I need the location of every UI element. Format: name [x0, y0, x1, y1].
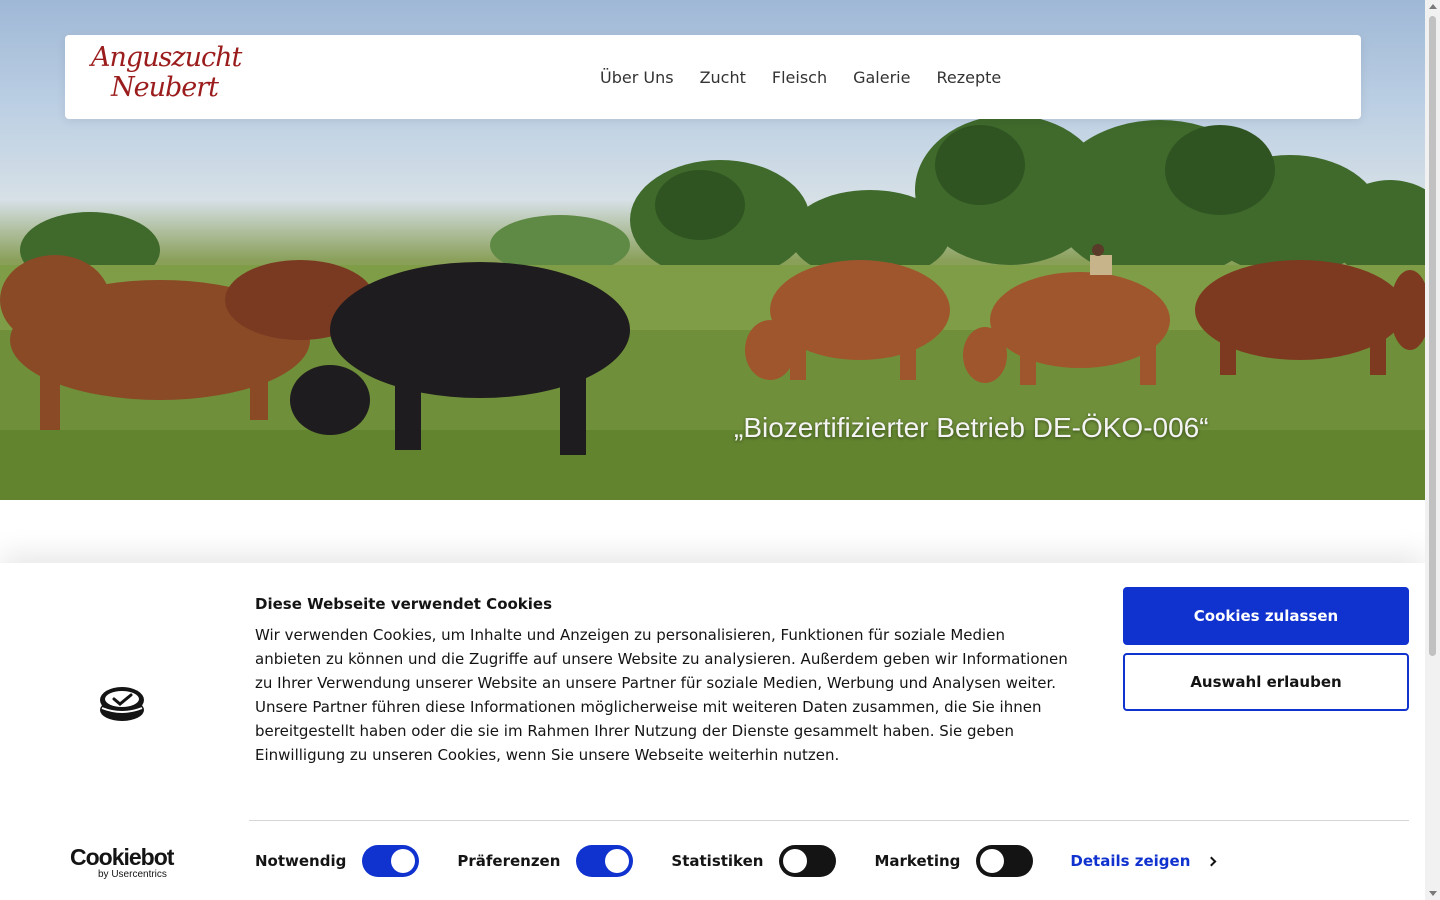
toggle-label-marketing: Marketing — [874, 852, 961, 870]
nav-link-ueber-uns[interactable]: Über Uns — [600, 68, 674, 87]
toggle-necessary[interactable] — [362, 845, 420, 877]
toggle-group-statistics: Statistiken — [671, 845, 837, 877]
chevron-right-icon — [1206, 856, 1217, 866]
page-scrollbar[interactable] — [1425, 0, 1440, 900]
toggle-group-preferences: Präferenzen — [457, 845, 634, 877]
toggle-knob — [980, 849, 1005, 873]
page: „Biozertifizierter Betrieb DE-ÖKO-006“ A… — [0, 0, 1440, 900]
logo-line-1: Anguszucht — [91, 42, 242, 73]
site-logo[interactable]: Anguszucht Neubert — [91, 42, 242, 111]
main-nav: Über Uns Zucht Fleisch Galerie Rezepte — [600, 35, 1001, 119]
toggle-marketing[interactable] — [976, 845, 1034, 877]
toggle-group-necessary: Notwendig — [255, 845, 420, 877]
allow-all-cookies-button[interactable]: Cookies zulassen — [1123, 587, 1409, 645]
cookie-banner-text: Wir verwenden Cookies, um Inhalte und An… — [255, 626, 1068, 764]
toggle-preferences[interactable] — [576, 845, 634, 877]
show-details-label: Details zeigen — [1070, 852, 1191, 870]
nav-link-rezepte[interactable]: Rezepte — [936, 68, 1001, 87]
allow-selection-button[interactable]: Auswahl erlauben — [1123, 653, 1409, 711]
nav-link-galerie[interactable]: Galerie — [853, 68, 910, 87]
toggle-knob — [783, 849, 808, 873]
toggle-knob — [605, 849, 630, 873]
scrollbar-thumb[interactable] — [1429, 16, 1436, 656]
show-details-link[interactable]: Details zeigen — [1070, 852, 1217, 870]
scroll-down-arrow-icon[interactable] — [1429, 891, 1437, 896]
toggle-knob — [391, 849, 416, 873]
cookiebot-brand-name: Cookiebot — [70, 844, 174, 870]
hero-caption: „Biozertifizierter Betrieb DE-ÖKO-006“ — [734, 412, 1209, 443]
toggle-group-marketing: Marketing — [874, 845, 1034, 877]
nav-link-zucht[interactable]: Zucht — [700, 68, 746, 87]
toggle-statistics[interactable] — [779, 845, 837, 877]
cookie-category-toggles: Notwendig Präferenzen Statistiken Market… — [255, 844, 1217, 878]
site-header: Anguszucht Neubert Über Uns Zucht Fleisc… — [65, 35, 1361, 119]
toggle-label-statistics: Statistiken — [671, 852, 764, 870]
nav-link-fleisch[interactable]: Fleisch — [772, 68, 827, 87]
toggle-label-necessary: Notwendig — [255, 852, 347, 870]
cookiebot-brand-sub: by Usercentrics — [98, 869, 167, 880]
toggle-label-preferences: Präferenzen — [457, 852, 561, 870]
cookiebot-logo-icon — [100, 687, 144, 721]
cookie-banner-title: Diese Webseite verwendet Cookies — [255, 595, 553, 613]
cookie-banner-divider — [249, 820, 1409, 821]
cookie-consent-banner: Cookiebot by Usercentrics Diese Webseite… — [0, 563, 1425, 900]
cookiebot-brand[interactable]: Cookiebot by Usercentrics — [70, 845, 174, 881]
scroll-up-arrow-icon[interactable] — [1429, 4, 1437, 9]
logo-line-2: Neubert — [111, 72, 219, 103]
